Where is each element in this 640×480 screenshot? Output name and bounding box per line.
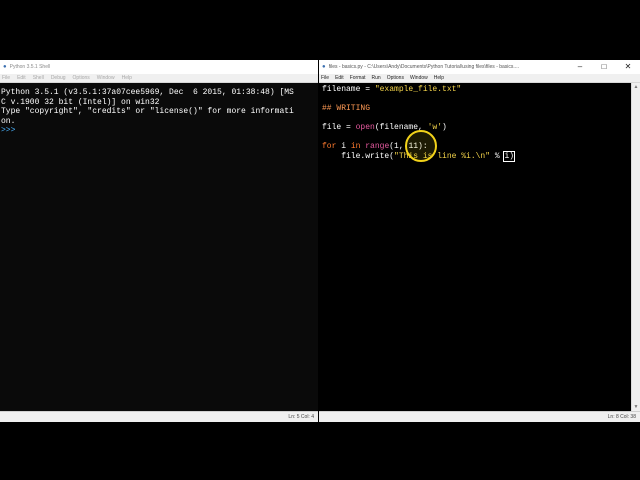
shell-titlebar[interactable]: ● Python 3.5.1 Shell	[0, 60, 318, 74]
code-line: filename = "example_file.txt"	[322, 85, 462, 94]
scroll-up-icon[interactable]: ▲	[632, 83, 640, 91]
editor-menu-window[interactable]: Window	[410, 74, 428, 83]
shell-line: Type "copyright", "credits" or "license(…	[1, 107, 294, 116]
code-comment: ## WRITING	[322, 104, 371, 113]
maximize-button[interactable]: □	[592, 60, 616, 74]
shell-output[interactable]: Python 3.5.1 (v3.5.1:37a07cee5969, Dec 6…	[0, 83, 318, 411]
shell-menubar: File Edit Shell Debug Options Window Hel…	[0, 74, 318, 83]
editor-cursor-position: Ln: 8 Col: 38	[607, 414, 636, 420]
code-line: file.write("This is line %i.\n" % i)	[322, 150, 516, 162]
editor-menu-options[interactable]: Options	[387, 74, 404, 83]
shell-menu-help[interactable]: Help	[122, 74, 132, 83]
shell-menu-debug[interactable]: Debug	[51, 74, 66, 83]
editor-scrollbar[interactable]: ▲ ▼	[631, 83, 640, 411]
editor-menu-help[interactable]: Help	[434, 74, 444, 83]
editor-menu-edit[interactable]: Edit	[335, 74, 344, 83]
scroll-down-icon[interactable]: ▼	[632, 403, 640, 411]
editor-statusbar: Ln: 8 Col: 38	[319, 411, 640, 422]
editor-menu-run[interactable]: Run	[372, 74, 381, 83]
shell-line: on.	[1, 116, 16, 126]
code-editor[interactable]: filename = "example_file.txt" ## WRITING…	[319, 83, 640, 411]
editor-window: ● files - basics.py - C:\Users\Andy\Docu…	[319, 60, 640, 422]
editor-title: files - basics.py - C:\Users\Andy\Docume…	[328, 64, 519, 70]
shell-prompt[interactable]: >>>	[1, 126, 20, 135]
text-cursor: i)	[503, 150, 516, 162]
shell-menu-options[interactable]: Options	[73, 74, 90, 83]
shell-cursor-position: Ln: 5 Col: 4	[288, 414, 314, 420]
shell-menu-shell[interactable]: Shell	[33, 74, 44, 83]
shell-menu-file[interactable]: File	[2, 74, 10, 83]
minimize-button[interactable]: –	[568, 60, 592, 74]
python-icon: ●	[3, 64, 7, 70]
shell-line: C v.1900 32 bit (Intel)] on win32	[1, 97, 160, 107]
shell-menu-edit[interactable]: Edit	[17, 74, 26, 83]
close-button[interactable]: ✕	[616, 60, 640, 74]
code-line: file = open(filename, 'w')	[322, 123, 447, 132]
shell-title: Python 3.5.1 Shell	[9, 64, 51, 70]
editor-titlebar[interactable]: ● files - basics.py - C:\Users\Andy\Docu…	[319, 60, 640, 74]
python-file-icon: ●	[322, 64, 326, 70]
editor-menu-format[interactable]: Format	[350, 74, 366, 83]
code-line: for i in range(1, 11):	[322, 142, 428, 151]
shell-window: ● Python 3.5.1 Shell File Edit Shell Deb…	[0, 60, 318, 422]
shell-menu-window[interactable]: Window	[97, 74, 115, 83]
shell-line: Python 3.5.1 (v3.5.1:37a07cee5969, Dec 6…	[1, 88, 294, 97]
editor-menubar: File Edit Format Run Options Window Help	[319, 74, 640, 83]
editor-menu-file[interactable]: File	[321, 74, 329, 83]
shell-statusbar: Ln: 5 Col: 4	[0, 411, 318, 422]
